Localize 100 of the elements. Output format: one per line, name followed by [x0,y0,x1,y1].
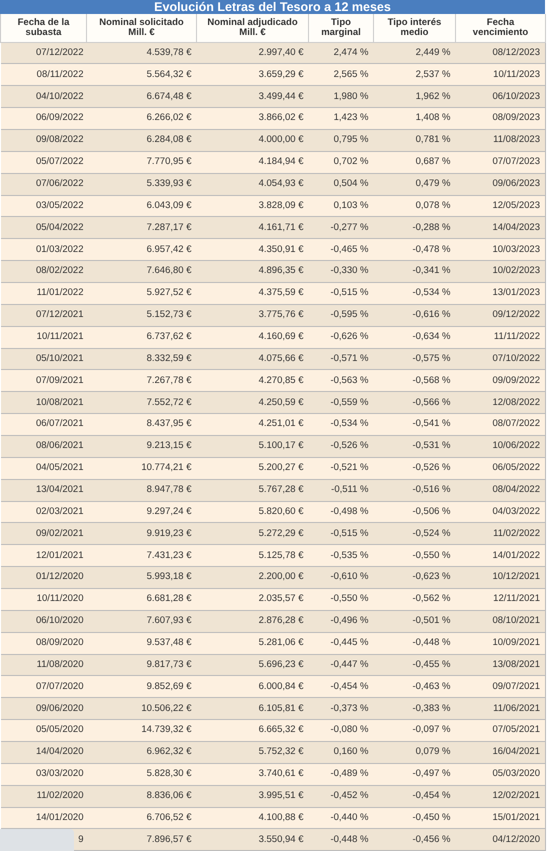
table-cell: 4.539,78 € [146,46,192,58]
table-cell: 7.431,23 € [146,550,192,561]
table-cell: -0,454 % [330,680,368,692]
table-cell: 1,962 % [416,90,450,102]
table-cell: -0,448 % [412,637,450,648]
table-cell: 6.105,81 € [258,702,304,714]
table-cell: -0,465 % [330,244,368,255]
table-cell: 08/06/2021 [36,440,84,452]
table-cell: 7.770,95 € [146,156,192,168]
table-cell: 14/01/2020 [36,812,84,823]
table-cell: 10.774,21 € [141,462,192,474]
table-cell: 9.919,23 € [146,528,192,539]
table-cell: 08/02/2022 [36,265,84,276]
table-cell: -0,445 % [330,637,368,648]
table-cell: 4.251,01 € [258,418,304,430]
table-cell: 1,408 % [416,112,450,124]
table-cell: 07/09/2021 [36,374,84,386]
table-cell: -0,330 % [330,265,368,276]
table-cell: 14.739,32 € [141,724,192,736]
table-cell: -0,623 % [412,571,450,582]
table-cell: -0,516 % [412,484,450,495]
table-cell: 10.506,22 € [141,702,192,714]
table-cell: 03/05/2022 [36,200,84,211]
table-cell: -0,531 % [412,440,450,452]
table-cell: 4.161,71 € [258,222,304,233]
table-cell: 7.552,72 € [146,396,192,408]
table-cell: 6.665,32 € [258,724,304,736]
table-cell: -0,496 % [330,615,368,626]
table-title: Evolución Letras del Tesoro a 12 meses [0,0,545,14]
column-header: Nominal adjudicado Mill. € [196,14,308,42]
table-cell: -0,524 % [412,528,450,539]
table-cell: 0,160 % [334,746,368,758]
table-cell: 1,423 % [334,112,368,124]
table-cell: 04/05/2021 [36,462,84,474]
table-cell: 11/01/2022 [36,287,84,298]
table-cell: -0,489 % [330,768,368,780]
table-cell: 08/10/2021 [492,615,540,626]
table-cell: 07/12/2022 [36,46,84,58]
table-cell: 7.267,78 € [146,374,192,386]
table-cell: 01/12/2020 [36,571,84,582]
table-cell: 5.927,52 € [146,287,192,298]
table-cell: 06/09/2022 [36,112,84,124]
table-cell: -0,452 % [330,790,368,802]
table-cell: -0,534 % [412,287,450,298]
table-cell: 2,565 % [334,68,368,80]
table-cell: 6.674,48 € [146,90,192,102]
table-cell: -0,497 % [412,768,450,780]
table-cell: 05/07/2022 [36,156,84,168]
table-cell: 08/04/2022 [492,484,540,495]
table-cell: -0,097 % [412,724,450,736]
table-cell: 02/03/2021 [36,506,84,517]
table-cell: 08/07/2022 [492,418,540,430]
table-cell: 14/04/2020 [36,746,84,758]
table-cell: 4.160,69 € [258,330,304,342]
table-cell: 5.828,30 € [146,768,192,780]
table-cell: -0,563 % [330,374,368,386]
table-cell: 5.100,17 € [258,440,304,452]
table-cell: 5.272,29 € [258,528,304,539]
table-cell: 9.852,69 € [146,680,192,692]
table-cell: -0,455 % [412,658,450,670]
table-cell: 4.350,91 € [258,244,304,255]
table-cell: 07/07/2020 [36,680,84,692]
table-cell: 12/11/2021 [493,593,540,604]
table-cell: -0,526 % [412,462,450,474]
table-cell: 7.646,80 € [146,265,192,276]
table-cell: 2.876,28 € [258,615,304,626]
table-cell: -0,501 % [412,615,450,626]
table-cell: 5.993,18 € [146,571,192,582]
table-cell: -0,288 % [412,222,450,233]
table-cell: 10/09/2021 [492,637,540,648]
table-cell: 16/04/2021 [492,746,540,758]
table-cell: -0,610 % [330,571,368,582]
table-cell: 3.866,02 € [258,112,304,124]
table-cell: 8.947,78 € [146,484,192,495]
table-cell: 0,687 % [416,156,450,168]
table-cell: 11/08/2023 [493,134,540,146]
table-cell: 6.962,32 € [146,746,192,758]
table-cell: 05/05/2020 [36,724,84,736]
table-cell: 8.332,59 € [146,352,192,364]
table-cell: 4.184,94 € [258,156,304,168]
table-cell: -0,595 % [330,309,368,320]
table-cell: 13/08/2021 [492,658,540,670]
table-cell: 5.152,73 € [146,309,192,320]
table-cell: 4.896,35 € [258,265,304,276]
table-cell: -0,566 % [412,396,450,408]
table-cell: 4.375,59 € [258,287,304,298]
table-cell: 09/02/2021 [36,528,84,539]
table-cell: 08/12/2023 [492,46,540,58]
table-cell: -0,383 % [412,702,450,714]
column-header: Tipo interés medio [374,14,456,42]
table-cell: 4.075,66 € [258,352,304,364]
table-cell: -0,550 % [412,550,450,561]
table-cell: 3.775,76 € [258,309,304,320]
table-cell: 0,504 % [334,178,368,189]
table-cell: -0,478 % [412,244,450,255]
table-cell: -0,463 % [412,680,450,692]
table-cell: 2,474 % [334,46,368,58]
table-cell: 09/06/2020 [36,702,84,714]
table-cell: 0,702 % [334,156,368,168]
table-cell: 06/10/2020 [36,615,84,626]
